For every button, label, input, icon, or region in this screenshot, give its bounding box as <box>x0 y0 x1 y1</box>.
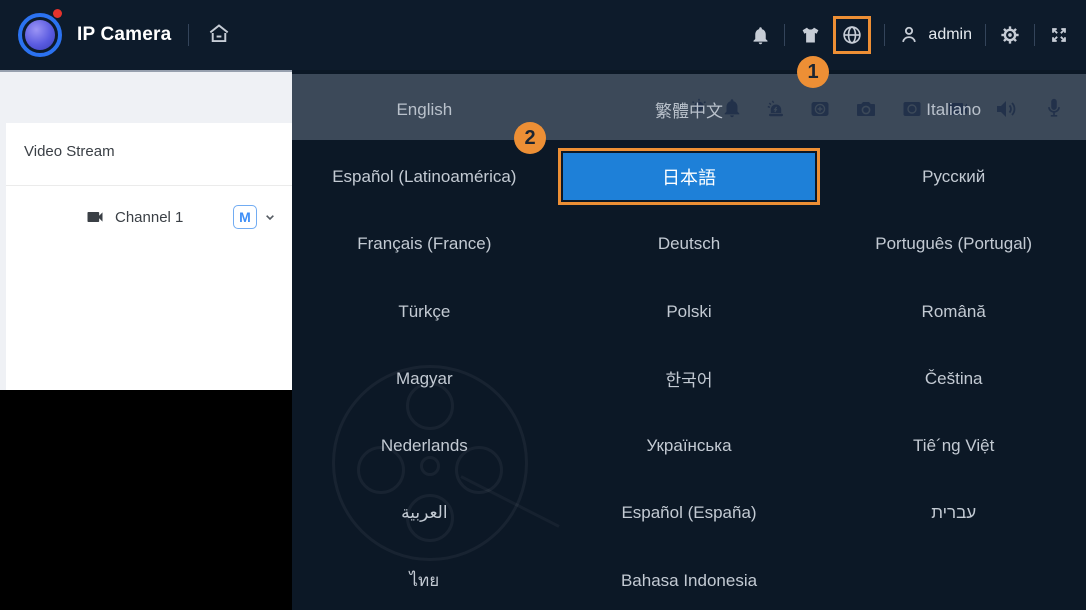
language-option[interactable]: Français (France) <box>357 234 491 254</box>
notification-bell-icon[interactable] <box>750 25 771 46</box>
language-cell: Português (Portugal) <box>821 211 1086 278</box>
language-row: Nederlands Українська Tiê´ng Việt <box>292 412 1086 479</box>
language-option[interactable]: Українська <box>646 436 731 456</box>
language-row: Türkçe Polski Română <box>292 278 1086 345</box>
language-option[interactable]: Polski <box>666 302 711 322</box>
language-cell: Türkçe <box>292 278 557 345</box>
record-indicator-dot <box>53 9 62 18</box>
language-cell: Čeština <box>821 345 1086 412</box>
language-cell: ไทย <box>292 547 557 610</box>
stream-quality-badge[interactable]: M <box>233 205 257 229</box>
language-row: Magyar 한국어 Čeština <box>292 345 1086 412</box>
chevron-down-icon[interactable] <box>262 209 278 225</box>
channel-list-item[interactable]: Channel 1 M <box>6 195 292 239</box>
language-option[interactable]: Čeština <box>925 369 983 389</box>
header-divider <box>884 24 885 46</box>
language-option[interactable]: Türkçe <box>398 302 450 322</box>
language-option[interactable]: Magyar <box>396 369 453 389</box>
header-divider <box>985 24 986 46</box>
language-grid: English 繁體中文 Italiano Español (Latinoaméric… <box>292 76 1086 610</box>
language-cell: Русский <box>821 143 1086 210</box>
shirt-icon[interactable] <box>800 25 821 46</box>
language-option[interactable]: עברית <box>931 503 976 523</box>
language-row: English 繁體中文 Italiano <box>292 76 1086 143</box>
username-label[interactable]: admin <box>928 26 972 44</box>
language-option[interactable]: Bahasa Indonesia <box>621 571 757 591</box>
language-cell: Українська <box>557 412 822 479</box>
language-option[interactable]: Português (Portugal) <box>875 234 1032 254</box>
camera-lens <box>25 20 55 50</box>
language-cell: עברית <box>821 480 1086 547</box>
language-row: ไทย Bahasa Indonesia <box>292 547 1086 610</box>
video-stream-panel: Video Stream Channel 1 M <box>6 123 292 390</box>
language-cell: Español (España) <box>557 480 822 547</box>
header-divider <box>188 24 189 46</box>
video-area-background <box>0 390 292 610</box>
language-option[interactable]: 繁體中文 <box>655 97 723 122</box>
home-icon[interactable] <box>206 22 232 48</box>
panel-divider <box>6 185 292 186</box>
language-cell: Bahasa Indonesia <box>557 547 822 610</box>
language-cell: Tiê´ng Việt <box>821 412 1086 479</box>
annotation-step-2-badge: 2 <box>514 122 546 154</box>
language-option[interactable]: ไทย <box>409 567 439 594</box>
sidebar-top-shadow <box>0 70 292 72</box>
language-option[interactable]: Tiê´ng Việt <box>913 436 994 456</box>
language-cell: Italiano <box>821 76 1086 143</box>
language-row: Français (France) Deutsch Português (Portu… <box>292 211 1086 278</box>
language-cell: Magyar <box>292 345 557 412</box>
language-option[interactable]: العربية <box>401 503 447 523</box>
camcorder-icon <box>85 207 105 227</box>
language-option[interactable]: 한국어 <box>666 366 713 391</box>
header-divider <box>1034 24 1035 46</box>
language-cell: Deutsch <box>557 211 822 278</box>
language-row: Español (Latinoamérica) 日本語 Русский <box>292 143 1086 210</box>
language-cell: 한국어 <box>557 345 822 412</box>
language-cell: Français (France) <box>292 211 557 278</box>
language-option-selected[interactable]: 日本語 <box>563 153 816 200</box>
panel-title: Video Stream <box>24 143 115 160</box>
fullscreen-icon[interactable] <box>1048 24 1070 46</box>
language-option[interactable]: English <box>396 100 452 120</box>
header-divider <box>784 24 785 46</box>
language-option[interactable]: Italiano <box>926 100 981 120</box>
language-cell: 繁體中文 <box>557 76 822 143</box>
language-cell: Polski <box>557 278 822 345</box>
language-cell-empty <box>821 547 1086 610</box>
language-option[interactable]: Deutsch <box>658 234 720 254</box>
app-window: IP Camera <box>0 0 1086 610</box>
language-cell: Nederlands <box>292 412 557 479</box>
language-option[interactable]: Español (España) <box>621 503 756 523</box>
top-header-bar: IP Camera <box>0 0 1086 70</box>
language-option[interactable]: Español (Latinoamérica) <box>332 167 516 187</box>
annotation-step-1-badge: 1 <box>797 56 829 88</box>
language-row: العربية Español (España) עברית <box>292 480 1086 547</box>
header-actions: admin <box>750 16 1070 54</box>
settings-gear-icon[interactable] <box>999 24 1021 46</box>
language-dropdown-overlay: English 繁體中文 Italiano Español (Latinoaméric… <box>292 70 1086 610</box>
language-cell: Español (Latinoamérica) <box>292 143 557 210</box>
language-cell: Română <box>821 278 1086 345</box>
language-option[interactable]: Русский <box>922 167 985 187</box>
language-option[interactable]: Nederlands <box>381 436 468 456</box>
channel-label: Channel 1 <box>115 209 183 226</box>
app-title: IP Camera <box>77 24 171 46</box>
language-option[interactable]: Română <box>922 302 986 322</box>
camera-logo-icon <box>18 13 62 57</box>
user-icon[interactable] <box>898 24 920 46</box>
language-globe-button[interactable] <box>833 16 871 54</box>
language-cell: العربية <box>292 480 557 547</box>
language-cell: 日本語 <box>557 143 822 210</box>
